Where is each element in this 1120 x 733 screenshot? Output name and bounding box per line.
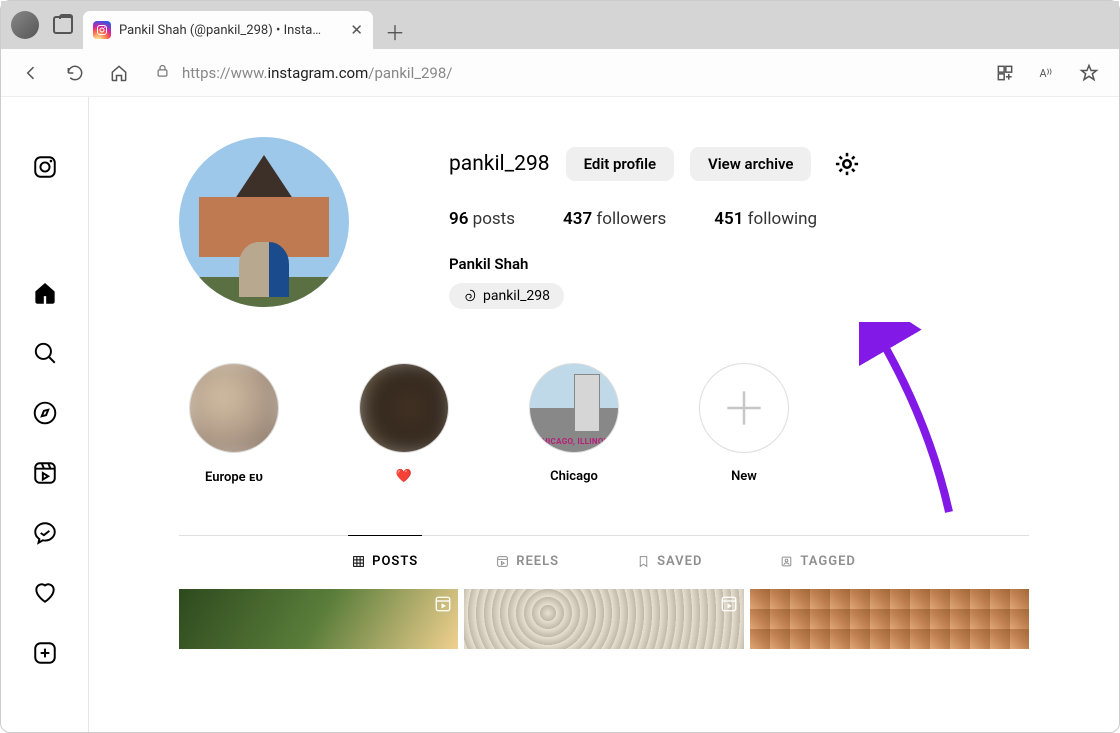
notifications-nav-icon[interactable] bbox=[31, 579, 59, 607]
highlight-label: ❤️ bbox=[396, 469, 412, 484]
highlight-item[interactable]: CHICAGO, ILLINOIS Chicago bbox=[519, 363, 629, 485]
post-thumbnail[interactable] bbox=[179, 589, 458, 649]
profile-stats: 96 posts 437 followers 451 following bbox=[449, 209, 861, 229]
reel-badge-icon bbox=[720, 595, 738, 617]
highlight-item[interactable]: Europe ᴇᴜ bbox=[179, 363, 289, 485]
back-button[interactable] bbox=[13, 55, 49, 91]
search-nav-icon[interactable] bbox=[31, 339, 59, 367]
plus-icon bbox=[719, 383, 769, 433]
highlight-label: New bbox=[731, 469, 757, 484]
instagram-favicon-icon bbox=[93, 21, 111, 39]
create-nav-icon[interactable] bbox=[31, 639, 59, 667]
home-nav-icon[interactable] bbox=[31, 279, 59, 307]
read-aloud-icon[interactable]: A⁾⁾ bbox=[1029, 55, 1065, 91]
edit-profile-button[interactable]: Edit profile bbox=[566, 147, 674, 181]
settings-gear-icon[interactable] bbox=[833, 150, 861, 178]
view-archive-button[interactable]: View archive bbox=[690, 147, 811, 181]
highlight-item[interactable]: ❤️ bbox=[349, 363, 459, 485]
profile-picture[interactable] bbox=[179, 137, 349, 307]
url-field[interactable]: https://www.instagram.com/pankil_298/ bbox=[145, 63, 979, 82]
messages-nav-icon[interactable] bbox=[31, 519, 59, 547]
browser-tab[interactable]: Pankil Shah (@pankil_298) • Insta… ✕ bbox=[83, 11, 373, 49]
page-body: pankil_298 Edit profile View archive 96 … bbox=[1, 97, 1119, 732]
bookmark-icon bbox=[637, 555, 650, 568]
url-text: https://www.instagram.com/pankil_298/ bbox=[182, 64, 452, 82]
address-bar: https://www.instagram.com/pankil_298/ A⁾… bbox=[1, 49, 1119, 97]
tab-title: Pankil Shah (@pankil_298) • Insta… bbox=[119, 23, 321, 38]
profile-main: pankil_298 Edit profile View archive 96 … bbox=[89, 97, 1119, 732]
grid-icon bbox=[352, 555, 365, 568]
threads-link[interactable]: pankil_298 bbox=[449, 283, 564, 309]
explore-nav-icon[interactable] bbox=[31, 399, 59, 427]
post-thumbnail[interactable] bbox=[750, 589, 1029, 649]
threads-handle: pankil_298 bbox=[483, 288, 550, 304]
threads-icon bbox=[463, 289, 477, 303]
following-stat[interactable]: 451 following bbox=[714, 209, 817, 229]
extensions-icon[interactable] bbox=[987, 55, 1023, 91]
profile-display-name: Pankil Shah bbox=[449, 255, 861, 273]
highlight-label: Europe ᴇᴜ bbox=[205, 469, 263, 485]
highlight-label: Chicago bbox=[550, 469, 598, 484]
tab-posts[interactable]: POSTS bbox=[348, 535, 422, 587]
story-highlights: Europe ᴇᴜ ❤️ CHICAGO, ILLINOIS Chicago N… bbox=[179, 363, 1029, 485]
posts-grid bbox=[179, 589, 1029, 649]
profile-username: pankil_298 bbox=[449, 152, 550, 176]
highlight-new[interactable]: New bbox=[689, 363, 799, 485]
content-tabs: POSTS REELS SAVED TAGGED bbox=[179, 535, 1029, 587]
tagged-icon bbox=[780, 555, 793, 568]
reels-nav-icon[interactable] bbox=[31, 459, 59, 487]
tab-overview-icon[interactable] bbox=[53, 16, 73, 34]
reel-badge-icon bbox=[434, 595, 452, 617]
followers-stat[interactable]: 437 followers bbox=[563, 209, 666, 229]
instagram-logo-icon[interactable] bbox=[31, 153, 59, 181]
favorite-icon[interactable] bbox=[1071, 55, 1107, 91]
home-button[interactable] bbox=[101, 55, 137, 91]
tab-reels[interactable]: REELS bbox=[492, 535, 563, 587]
post-thumbnail[interactable] bbox=[464, 589, 743, 649]
tab-tagged[interactable]: TAGGED bbox=[776, 535, 859, 587]
svg-text:A⁾⁾: A⁾⁾ bbox=[1040, 67, 1053, 80]
close-tab-icon[interactable]: ✕ bbox=[350, 21, 363, 39]
refresh-button[interactable] bbox=[57, 55, 93, 91]
reels-icon bbox=[496, 555, 509, 568]
profile-avatar-icon[interactable] bbox=[11, 11, 39, 39]
tab-saved[interactable]: SAVED bbox=[633, 535, 706, 587]
instagram-sidebar bbox=[1, 97, 89, 732]
posts-stat[interactable]: 96 posts bbox=[449, 209, 515, 229]
window-controls bbox=[5, 1, 83, 49]
window-tab-strip: Pankil Shah (@pankil_298) • Insta… ✕ ＋ bbox=[1, 1, 1119, 49]
new-tab-button[interactable]: ＋ bbox=[377, 13, 413, 49]
lock-icon bbox=[155, 63, 170, 82]
